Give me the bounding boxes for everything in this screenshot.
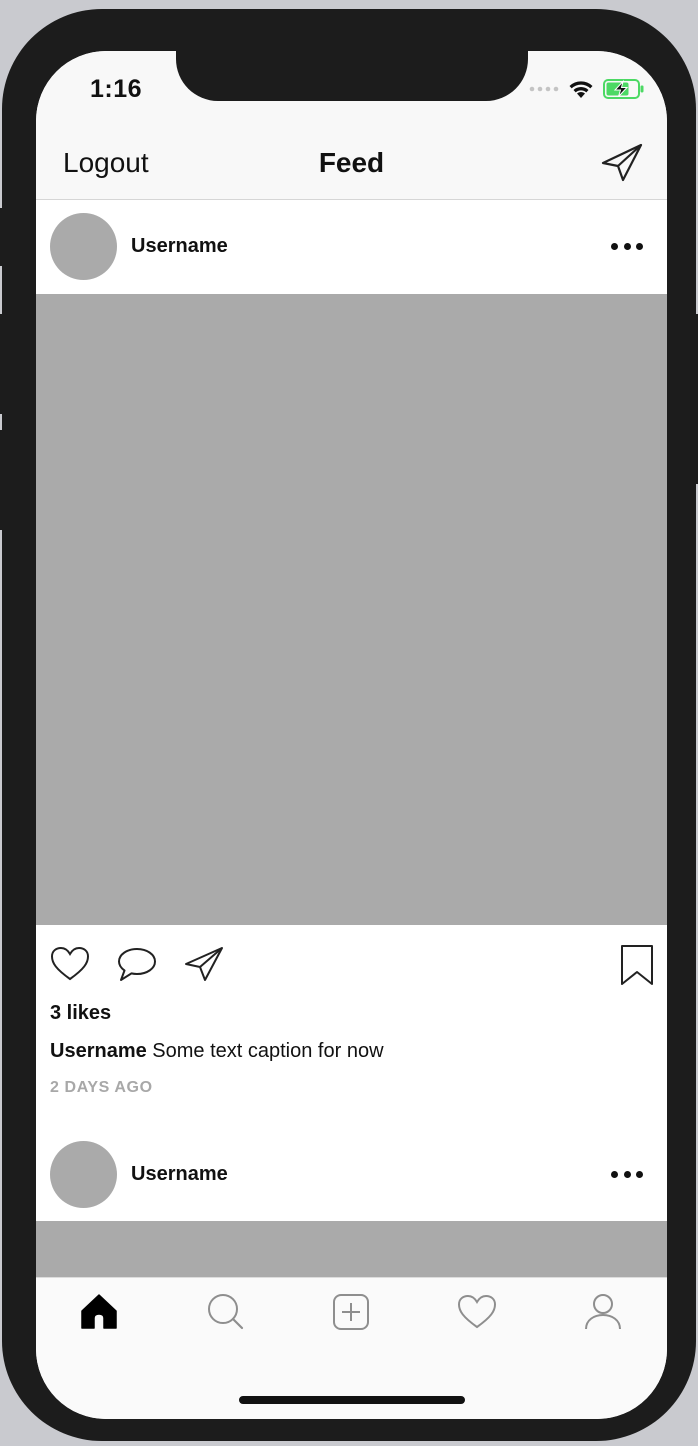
heart-icon[interactable] [50,946,90,982]
paper-plane-icon[interactable] [601,143,643,183]
notch [176,51,528,101]
post-timestamp: 2 DAYS AGO [50,1079,153,1096]
side-button [694,314,698,484]
wifi-icon [569,81,593,98]
side-button [0,208,4,266]
side-button [0,430,4,530]
share-icon[interactable] [184,946,224,982]
status-time: 1:16 [90,75,143,103]
post-header: Username [36,1128,667,1222]
page-title: Feed [318,147,385,178]
avatar[interactable] [50,1141,117,1208]
caption-text: Some text caption for now [146,1040,384,1062]
post-caption: Username Some text caption for now [50,1040,384,1063]
heart-icon[interactable] [457,1292,497,1332]
post-image[interactable] [36,294,667,925]
more-options-icon[interactable] [611,1162,643,1186]
more-options-icon[interactable] [611,234,643,258]
post-actions [36,944,667,996]
post-image[interactable] [36,1221,667,1281]
cellular-signal-icon [529,86,559,92]
post-username[interactable]: Username [131,235,228,258]
phone-frame: 1:16 Logout Feed Username 3 likes Userna… [2,9,696,1441]
comment-icon[interactable] [117,946,157,982]
search-icon[interactable] [205,1292,245,1332]
caption-username[interactable]: Username [50,1040,147,1062]
status-icons [529,79,645,99]
home-icon[interactable] [79,1292,119,1332]
profile-icon[interactable] [583,1292,623,1332]
post-username[interactable]: Username [131,1163,228,1186]
add-post-icon[interactable] [331,1292,371,1332]
like-count[interactable]: 3 likes [50,1002,111,1025]
avatar[interactable] [50,213,117,280]
post-header: Username [36,200,667,294]
navigation-bar: Logout Feed [36,141,667,200]
screen: 1:16 Logout Feed Username 3 likes Userna… [36,51,667,1419]
battery-charging-icon [603,79,644,99]
side-button [0,314,4,414]
home-indicator[interactable] [239,1396,465,1404]
bookmark-icon[interactable] [620,944,654,986]
